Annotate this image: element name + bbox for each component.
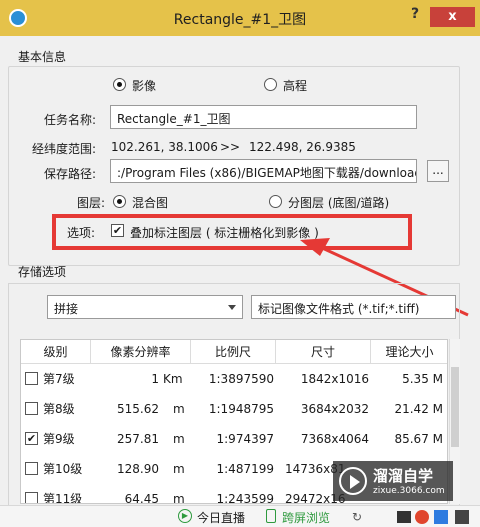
format-select[interactable]: 标记图像文件格式 (*.tif;*.tiff) bbox=[251, 295, 456, 319]
chevron-down-icon bbox=[228, 305, 236, 310]
row-size: 1842x1016 bbox=[300, 372, 369, 386]
row-theory: 21.42 M bbox=[394, 402, 443, 416]
row-size: 7368x4064 bbox=[300, 432, 369, 446]
watermark-url: zixue.3066.com bbox=[373, 486, 445, 496]
storage-label: 存储选项 bbox=[18, 265, 67, 279]
scroll-thumb[interactable] bbox=[451, 367, 459, 447]
refresh-icon[interactable]: ↻ bbox=[352, 510, 362, 524]
row-theory: 5.35 M bbox=[402, 372, 443, 386]
row-scale: 1:1948795 bbox=[208, 402, 274, 416]
table-row[interactable]: 第7级 1 Km 1:3897590 1842x1016 5.35 M bbox=[21, 364, 447, 394]
row-checkbox[interactable] bbox=[25, 462, 38, 475]
play-icon bbox=[339, 467, 367, 495]
row-res-unit: Km bbox=[163, 372, 183, 386]
col-header-resolution[interactable]: 像素分辨率 bbox=[91, 340, 191, 364]
cross-screen-link[interactable]: 跨屏浏览 bbox=[282, 509, 330, 526]
watermark: 溜溜自学 zixue.3066.com bbox=[333, 461, 453, 501]
row-level: 第9级 bbox=[43, 432, 75, 446]
watermark-title: 溜溜自学 bbox=[373, 467, 434, 485]
row-res-value: 128.90 bbox=[117, 462, 159, 476]
status-bar: ▶ 今日直播 跨屏浏览 ↻ bbox=[0, 505, 480, 527]
app-tray-icon bbox=[415, 510, 429, 524]
mobile-icon bbox=[266, 509, 276, 523]
app-tray-icon-2 bbox=[434, 510, 448, 524]
stitch-select-value: 拼接 bbox=[54, 302, 79, 316]
table-row[interactable]: 第8级 515.62 m 1:1948795 3684x2032 21.42 M bbox=[21, 394, 447, 424]
row-level: 第10级 bbox=[43, 462, 83, 476]
row-scale: 1:487199 bbox=[216, 462, 275, 476]
row-theory: 85.67 M bbox=[394, 432, 443, 446]
stitch-select[interactable]: 拼接 bbox=[47, 295, 243, 319]
row-size: 3684x2032 bbox=[300, 402, 369, 416]
table-row[interactable]: ✔ 第9级 257.81 m 1:974397 7368x4064 85.67 … bbox=[21, 424, 447, 454]
row-res-value: 515.62 bbox=[117, 402, 159, 416]
row-scale: 1:3897590 bbox=[208, 372, 274, 386]
format-select-value: 标记图像文件格式 (*.tif;*.tiff) bbox=[258, 302, 420, 316]
row-res-value: 1 bbox=[151, 372, 159, 386]
row-res-unit: m bbox=[173, 432, 185, 446]
live-link[interactable]: 今日直播 bbox=[197, 509, 245, 526]
row-level: 第7级 bbox=[43, 372, 75, 386]
col-header-level[interactable]: 级别 bbox=[21, 340, 91, 364]
row-checkbox[interactable] bbox=[25, 402, 38, 415]
row-res-unit: m bbox=[173, 492, 185, 504]
row-res-unit: m bbox=[173, 462, 185, 476]
row-res-value: 257.81 bbox=[117, 432, 159, 446]
row-checkbox[interactable] bbox=[25, 372, 38, 385]
row-checkbox[interactable]: ✔ bbox=[25, 432, 38, 445]
col-header-size[interactable]: 尺寸 bbox=[276, 340, 371, 364]
live-icon: ▶ bbox=[178, 509, 192, 523]
row-scale: 1:974397 bbox=[216, 432, 275, 446]
row-res-unit: m bbox=[173, 402, 185, 416]
tray-icon bbox=[397, 511, 411, 523]
app-tray-icon-3 bbox=[455, 510, 469, 524]
row-level: 第8级 bbox=[43, 402, 75, 416]
row-level: 第11级 bbox=[43, 492, 83, 504]
row-scale: 1:243599 bbox=[216, 492, 275, 504]
row-res-value: 64.45 bbox=[124, 492, 159, 504]
row-checkbox[interactable] bbox=[25, 492, 38, 503]
col-header-theory-size[interactable]: 理论大小 bbox=[371, 340, 447, 364]
col-header-scale[interactable]: 比例尺 bbox=[191, 340, 276, 364]
